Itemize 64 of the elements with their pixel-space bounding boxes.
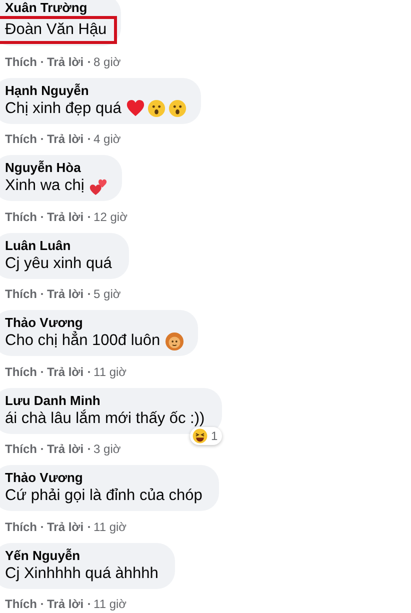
commenter-name[interactable]: Hạnh Nguyễn: [5, 82, 89, 98]
comment-time: 12 giờ: [94, 208, 128, 224]
reply-link[interactable]: Trả lời: [47, 131, 84, 147]
reply-link[interactable]: Trả lời: [47, 441, 84, 457]
separator-dot: [88, 293, 90, 295]
separator-dot: [41, 293, 43, 295]
comment-text: Đoàn Văn Hậu: [0, 16, 117, 44]
commenter-name[interactable]: Nguyễn Hòa: [5, 160, 81, 176]
reaction-badge[interactable]: 1: [190, 426, 222, 444]
separator-dot: [88, 603, 90, 605]
like-link[interactable]: Thích: [5, 54, 37, 70]
heart-icon: [126, 99, 146, 118]
commenter-name[interactable]: Xuân Trường: [5, 0, 88, 16]
separator-dot: [41, 138, 43, 140]
comment-time: 11 giờ: [94, 364, 127, 380]
separator-dot: [41, 526, 43, 528]
face-icon: [165, 332, 184, 350]
reply-link[interactable]: Trả lời: [47, 208, 84, 224]
laughing-face-icon: [192, 428, 208, 444]
commenter-name[interactable]: Lưu Danh Minh: [5, 392, 100, 408]
comment-time: 5 giờ: [94, 286, 121, 302]
separator-dot: [88, 138, 90, 140]
reaction-count: 1: [211, 428, 218, 442]
separator-dot: [88, 60, 90, 62]
commenter-name[interactable]: Thảo Vương: [5, 315, 83, 331]
surprised-face-icon: [147, 99, 166, 118]
comment-text: Chị xinh đẹp quá: [5, 98, 122, 118]
comment-time: 11 giờ: [94, 596, 127, 612]
comment-time: 11 giờ: [94, 518, 127, 534]
comment-time: 3 giờ: [94, 441, 121, 457]
reply-link[interactable]: Trả lời: [47, 364, 84, 380]
comment-time: 4 giờ: [94, 131, 121, 147]
separator-dot: [41, 216, 43, 218]
commenter-name[interactable]: Thảo Vương: [5, 470, 83, 486]
comment-text: Cj yêu xinh quá: [5, 254, 112, 274]
comment-time: 8 giờ: [94, 54, 121, 70]
separator-dot: [88, 216, 90, 218]
like-link[interactable]: Thích: [5, 208, 37, 224]
comment-text: Xinh wa chị: [5, 176, 84, 196]
like-link[interactable]: Thích: [5, 131, 37, 147]
like-link[interactable]: Thích: [5, 364, 37, 380]
separator-dot: [41, 370, 43, 372]
reply-link[interactable]: Trả lời: [47, 286, 84, 302]
reply-link[interactable]: Trả lời: [47, 596, 84, 612]
separator-dot: [88, 526, 90, 528]
separator-dot: [41, 448, 43, 450]
like-link[interactable]: Thích: [5, 286, 37, 302]
separator-dot: [41, 603, 43, 605]
separator-dot: [88, 448, 90, 450]
separator-dot: [88, 370, 90, 372]
surprised-face-icon: [168, 99, 188, 118]
commenter-name[interactable]: Luân Luân: [5, 238, 71, 254]
like-link[interactable]: Thích: [5, 441, 37, 457]
comment-text: Cứ phải gọi là đỉnh của chóp: [5, 486, 202, 506]
separator-dot: [41, 60, 43, 62]
comment-text: Cho chị hẳn 100đ luôn: [5, 331, 160, 351]
like-link[interactable]: Thích: [5, 596, 37, 612]
reply-link[interactable]: Trả lời: [47, 54, 84, 70]
commenter-name[interactable]: Yến Nguyễn: [5, 548, 80, 564]
two-hearts-icon: [89, 176, 108, 196]
reply-link[interactable]: Trả lời: [47, 518, 84, 534]
comment-text: ái chà lâu lắm mới thấy ốc :)): [5, 408, 205, 428]
like-link[interactable]: Thích: [5, 518, 37, 534]
comment-text: Cj Xinhhhh quá àhhhh: [5, 564, 158, 584]
